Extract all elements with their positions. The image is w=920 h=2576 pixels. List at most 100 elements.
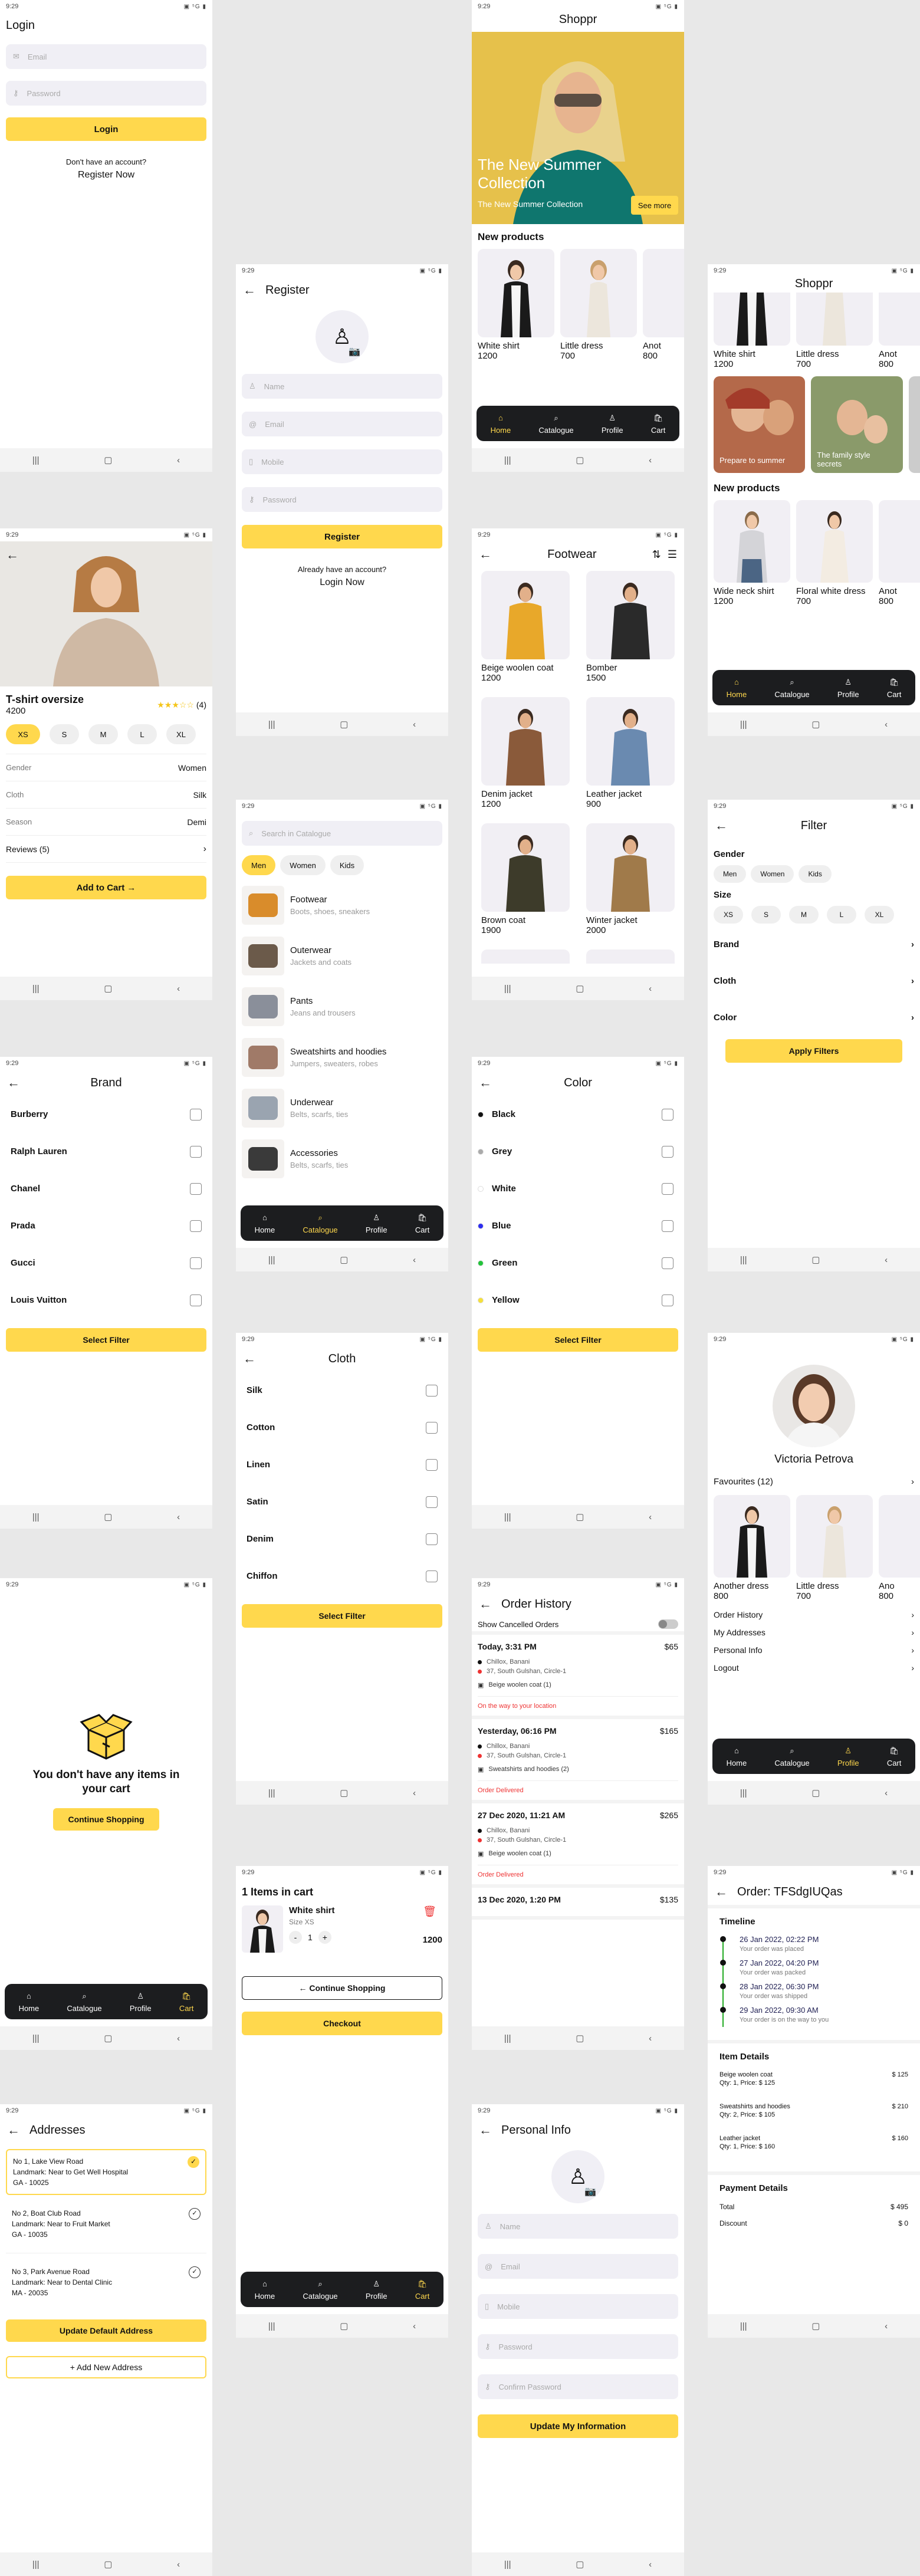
color-row[interactable]: Grey <box>478 1133 673 1170</box>
home-button[interactable]: ▢ <box>104 983 112 994</box>
product-card[interactable]: Floral white dress 700 <box>796 500 873 606</box>
back-button[interactable]: ‹ <box>177 1512 180 1522</box>
avatar-upload[interactable]: ♙ 📷 <box>316 310 369 363</box>
avatar-upload[interactable]: ♙ 📷 <box>551 2150 604 2203</box>
checkbox[interactable] <box>426 1496 438 1508</box>
back-button[interactable]: ‹ <box>885 1255 888 1265</box>
cloth-row[interactable]: Chiffon <box>247 1558 438 1595</box>
category-row[interactable]: Underwear Belts, scarfs, ties <box>242 1083 442 1133</box>
size-chip[interactable]: S <box>751 906 781 924</box>
nav-profile[interactable]: ♙ Profile <box>837 1746 859 1767</box>
checkout-button[interactable]: Checkout <box>242 2012 442 2035</box>
recent-apps-button[interactable]: ||| <box>268 2321 275 2331</box>
checkbox[interactable] <box>426 1421 438 1434</box>
back-button[interactable]: ‹ <box>413 719 416 730</box>
recent-apps-button[interactable]: ||| <box>504 455 511 465</box>
nav-cart[interactable]: 🛍 Cart <box>651 413 666 435</box>
home-button[interactable]: ▢ <box>340 1788 348 1798</box>
gender-chip[interactable]: Men <box>714 865 747 883</box>
plus-button[interactable]: + <box>318 1931 331 1944</box>
category-row[interactable]: Sweatshirts and hoodies Jumpers, sweaters… <box>242 1032 442 1083</box>
color-row[interactable]: Blue <box>478 1207 673 1244</box>
checkbox[interactable] <box>426 1533 438 1545</box>
address-card[interactable]: No 2, Boat Club Road Landmark: Near to Fr… <box>6 2195 206 2253</box>
nav-profile[interactable]: ♙ Profile <box>366 2279 387 2301</box>
product-card[interactable]: Winter jacket 2000 <box>586 823 675 945</box>
product-card[interactable] <box>586 949 675 964</box>
recent-apps-button[interactable]: ||| <box>504 2559 511 2570</box>
home-button[interactable]: ▢ <box>576 983 584 994</box>
back-button[interactable]: ‹ <box>649 455 652 465</box>
order-card[interactable]: 13 Dec 2020, 1:20 PM $135 <box>472 1888 684 1920</box>
color-row[interactable]: Yellow <box>478 1282 673 1319</box>
cloth-row[interactable]: Satin <box>247 1483 438 1520</box>
back-button[interactable]: ‹ <box>649 2033 652 2043</box>
home-button[interactable]: ▢ <box>811 1254 820 1265</box>
product-card[interactable]: Ano 800 <box>879 1495 920 1601</box>
back-arrow-icon[interactable]: ← <box>479 1075 492 1090</box>
product-card[interactable]: Denim jacket 1200 <box>481 697 570 819</box>
order-card[interactable]: Today, 3:31 PM $65 Chillox, Banani 37, Sout… <box>472 1635 684 1719</box>
home-button[interactable]: ▢ <box>104 455 112 465</box>
checkbox[interactable] <box>426 1458 438 1471</box>
nav-catalogue[interactable]: ⌕ Catalogue <box>774 1746 809 1767</box>
nav-profile[interactable]: ♙ Profile <box>837 677 859 699</box>
continue-shopping-button[interactable]: ← Continue Shopping <box>242 1976 442 2000</box>
update-info-button[interactable]: Update My Information <box>478 2414 678 2438</box>
product-card[interactable]: Little dress 700 <box>796 1495 873 1601</box>
nav-home[interactable]: ⌂ Home <box>727 1746 747 1767</box>
login-link[interactable]: Login Now <box>236 577 448 588</box>
category-row[interactable]: Pants Jeans and trousers <box>242 981 442 1032</box>
home-button[interactable]: ▢ <box>811 719 820 730</box>
brand-row[interactable]: Gucci <box>11 1244 202 1282</box>
back-button[interactable]: ‹ <box>413 1255 416 1265</box>
recent-apps-button[interactable]: ||| <box>32 1512 40 1522</box>
email-field[interactable]: @ Email <box>242 412 442 436</box>
checkbox[interactable] <box>662 1108 673 1121</box>
nav-home[interactable]: ⌂ Home <box>19 1991 40 2013</box>
home-button[interactable]: ▢ <box>104 2033 112 2043</box>
checkbox[interactable] <box>190 1220 202 1232</box>
back-arrow-icon[interactable]: ← <box>7 1075 20 1090</box>
nav-profile[interactable]: ♙ Profile <box>130 1991 152 2013</box>
nav-catalogue[interactable]: ⌕ Catalogue <box>303 2279 337 2301</box>
nav-cart[interactable]: 🛍 Cart <box>179 1991 194 2013</box>
register-button[interactable]: Register <box>242 525 442 548</box>
recent-apps-button[interactable]: ||| <box>740 1788 747 1798</box>
home-button[interactable]: ▢ <box>576 2033 584 2043</box>
back-button[interactable]: ‹ <box>177 984 180 994</box>
product-card[interactable]: Beige woolen coat 1200 <box>481 571 570 692</box>
back-button[interactable]: ‹ <box>177 455 180 465</box>
recent-apps-button[interactable]: ||| <box>32 984 40 994</box>
apply-filters-button[interactable]: Apply Filters <box>725 1039 902 1063</box>
category-row[interactable]: Footwear Boots, shoes, sneakers <box>242 880 442 931</box>
brand-row[interactable]: Louis Vuitton <box>11 1282 202 1319</box>
back-button[interactable]: ‹ <box>649 1512 652 1522</box>
gender-chip[interactable]: Women <box>751 865 794 883</box>
back-arrow-icon[interactable]: ← <box>7 2122 20 2138</box>
register-link[interactable]: Register Now <box>0 170 212 180</box>
continue-shopping-button[interactable]: Continue Shopping <box>53 1808 159 1831</box>
tab-men[interactable]: Men <box>242 855 276 875</box>
checkbox[interactable] <box>190 1257 202 1269</box>
back-button[interactable]: ‹ <box>177 2559 180 2570</box>
product-card[interactable]: White shirt 1200 <box>478 249 554 361</box>
cloth-row[interactable]: Denim <box>247 1520 438 1558</box>
name-field[interactable]: ♙ Name <box>478 2214 678 2239</box>
back-button[interactable]: ‹ <box>413 1788 416 1798</box>
back-arrow-icon[interactable]: ← <box>715 1884 728 1900</box>
category-row[interactable]: Accessories Belts, scarfs, ties <box>242 1133 442 1184</box>
check-icon[interactable]: ✓ <box>189 2208 201 2220</box>
checkbox[interactable] <box>662 1294 673 1306</box>
home-button[interactable]: ▢ <box>340 1254 348 1265</box>
product-card[interactable]: Wide neck shirt 1200 <box>714 500 790 606</box>
category-row[interactable]: Outerwear Jackets and coats <box>242 931 442 981</box>
back-button[interactable]: ‹ <box>649 984 652 994</box>
home-button[interactable]: ▢ <box>576 1512 584 1522</box>
checkbox[interactable] <box>662 1257 673 1269</box>
brand-row[interactable]: Chanel <box>11 1170 202 1207</box>
checkbox[interactable] <box>662 1182 673 1195</box>
order-card[interactable]: 27 Dec 2020, 11:21 AM $265 Chillox, Banani… <box>472 1803 684 1888</box>
mobile-field[interactable]: ▯ Mobile <box>478 2294 678 2319</box>
favourites-header[interactable]: Favourites (12) › <box>708 1477 920 1487</box>
